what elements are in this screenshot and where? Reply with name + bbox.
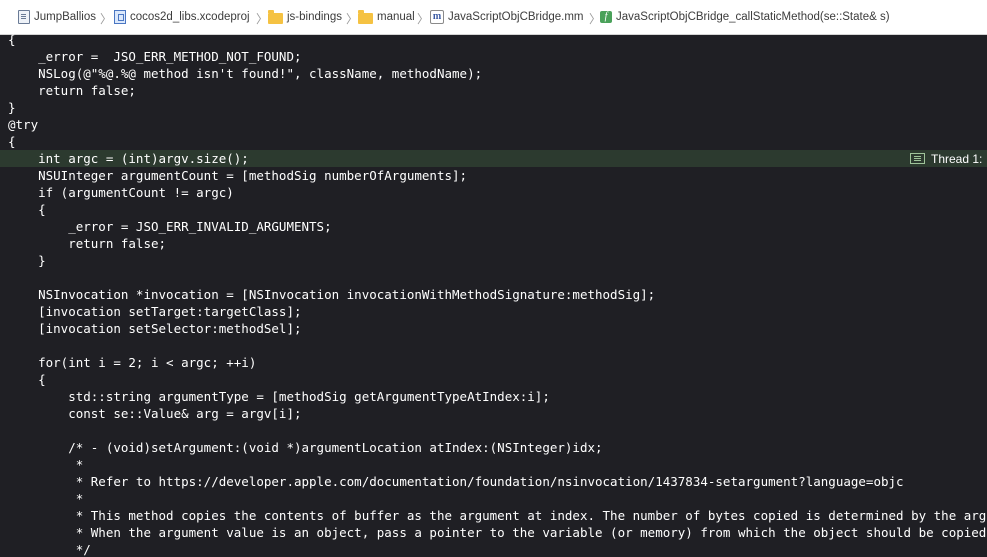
breadcrumb-separator: 〉	[417, 12, 430, 26]
code-line[interactable]: {	[0, 133, 987, 150]
code-line[interactable]: _error = JSO_ERR_METHOD_NOT_FOUND;	[0, 48, 987, 65]
jump-bar: JumpBallios 〉 cocos2d_libs.xcodeproj 〉 j…	[0, 0, 987, 35]
code-line[interactable]: std::string argumentType = [methodSig ge…	[0, 388, 987, 405]
code-line[interactable]	[0, 269, 987, 286]
code-line[interactable]: [invocation setSelector:methodSel];	[0, 320, 987, 337]
code-line[interactable]: const se::Value& arg = argv[i];	[0, 405, 987, 422]
code-line[interactable]: if (argumentCount != argc)	[0, 184, 987, 201]
breadcrumb-manual[interactable]: manual	[358, 0, 415, 34]
breadcrumb-separator: 〉	[100, 12, 113, 26]
document-icon	[18, 10, 30, 24]
code-line[interactable]: {	[0, 371, 987, 388]
code-line[interactable]: * Refer to https://developer.apple.com/d…	[0, 473, 987, 490]
folder-icon	[358, 9, 373, 24]
m-file-icon: m	[430, 10, 444, 24]
breadcrumb-function[interactable]: f JavaScriptObjCBridge_callStaticMethod(…	[600, 0, 890, 34]
thread-indicator[interactable]: Thread 1:	[910, 150, 987, 167]
folder-icon	[268, 9, 283, 24]
breadcrumb-js-bindings[interactable]: js-bindings	[268, 0, 342, 34]
code-line[interactable]: /* - (void)setArgument:(void *)argumentL…	[0, 439, 987, 456]
code-editor[interactable]: { _error = JSO_ERR_METHOD_NOT_FOUND; NSL…	[0, 34, 987, 557]
code-line[interactable]: {	[0, 34, 987, 48]
code-line[interactable]: * This method copies the contents of buf…	[0, 507, 987, 524]
breadcrumb-separator: 〉	[256, 12, 269, 26]
code-line[interactable]: *	[0, 490, 987, 507]
thread-icon	[910, 153, 925, 164]
code-line[interactable]	[0, 422, 987, 439]
code-line[interactable]: {	[0, 201, 987, 218]
breadcrumb-jumpballios[interactable]: JumpBallios	[18, 0, 96, 34]
code-line[interactable]: }	[0, 99, 987, 116]
code-line[interactable]: */	[0, 541, 987, 557]
code-line[interactable]: NSUInteger argumentCount = [methodSig nu…	[0, 167, 987, 184]
code-line[interactable]	[0, 337, 987, 354]
code-line[interactable]: NSInvocation *invocation = [NSInvocation…	[0, 286, 987, 303]
code-line[interactable]: return false;	[0, 235, 987, 252]
code-line[interactable]: for(int i = 2; i < argc; ++i)	[0, 354, 987, 371]
function-icon: f	[600, 11, 612, 23]
breadcrumb-separator: 〉	[346, 12, 359, 26]
code-line[interactable]: }	[0, 252, 987, 269]
code-line[interactable]: [invocation setTarget:targetClass];	[0, 303, 987, 320]
code-line[interactable]: *	[0, 456, 987, 473]
code-line[interactable]: _error = JSO_ERR_INVALID_ARGUMENTS;	[0, 218, 987, 235]
highlighted-code-line[interactable]: int argc = (int)argv.size();	[0, 150, 987, 167]
breadcrumb-file[interactable]: m JavaScriptObjCBridge.mm	[430, 0, 583, 34]
code-line[interactable]: * When the argument value is an object, …	[0, 524, 987, 541]
code-line[interactable]: NSLog(@"%@.%@ method isn't found!", clas…	[0, 65, 987, 82]
code-line[interactable]: return false;	[0, 82, 987, 99]
code-line[interactable]: @try	[0, 116, 987, 133]
xcodeproj-icon	[114, 10, 126, 24]
breadcrumb-xcodeproj[interactable]: cocos2d_libs.xcodeproj	[114, 0, 250, 34]
